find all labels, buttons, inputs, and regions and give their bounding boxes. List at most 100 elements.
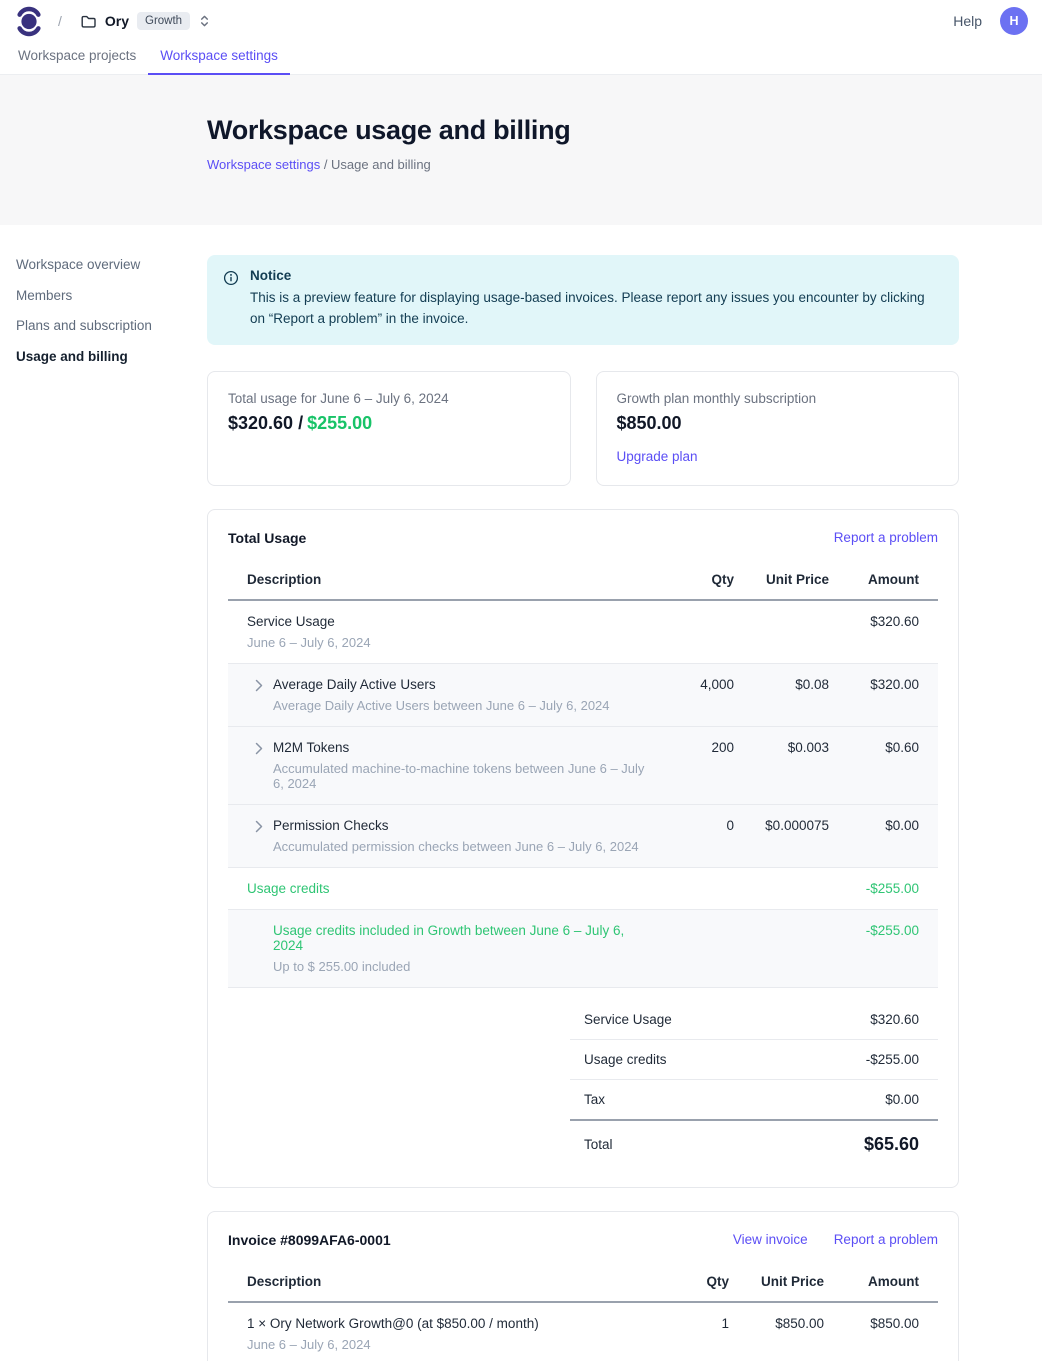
usage-table: Description Qty Unit Price Amount Servic… (228, 562, 938, 988)
col-unit-price: Unit Price (729, 1274, 824, 1289)
col-description: Description (247, 1274, 657, 1289)
usage-panel-title: Total Usage (228, 530, 306, 546)
plan-subscription-card: Growth plan monthly subscription $850.00… (596, 371, 960, 486)
avatar[interactable]: H (1000, 7, 1028, 35)
row-subtitle: Accumulated permission checks between Ju… (273, 839, 639, 854)
total-usage-card: Total usage for June 6 – July 6, 2024 $3… (207, 371, 571, 486)
sidebar-item-workspace-overview[interactable]: Workspace overview (16, 256, 197, 274)
row-qty: 200 (654, 740, 734, 755)
totals-value: $0.00 (885, 1092, 919, 1107)
preview-notice: Notice This is a preview feature for dis… (207, 255, 959, 345)
chevron-right-icon[interactable] (255, 742, 263, 755)
totals-row: Tax $0.00 (570, 1080, 938, 1121)
totals-label: Tax (584, 1092, 605, 1107)
table-row: Service Usage June 6 – July 6, 2024 $320… (228, 601, 938, 664)
row-amount: -$255.00 (829, 881, 919, 896)
top-navigation-bar: / Ory Growth Help H (0, 0, 1042, 42)
col-amount: Amount (824, 1274, 919, 1289)
summary-cards: Total usage for June 6 – July 6, 2024 $3… (207, 371, 959, 486)
totals-label: Service Usage (584, 1012, 672, 1027)
row-qty: 0 (654, 818, 734, 833)
tab-workspace-settings[interactable]: Workspace settings (148, 42, 290, 75)
invoice-table: Description Qty Unit Price Amount 1 × Or… (228, 1264, 938, 1361)
grand-total-row: Total $65.60 (570, 1121, 938, 1167)
row-name: Service Usage (247, 614, 654, 629)
chevron-up-down-icon[interactable] (198, 13, 211, 29)
sidebar-item-plans-and-subscription[interactable]: Plans and subscription (16, 317, 197, 335)
row-name: 1 × Ory Network Growth@0 (at $850.00 / m… (247, 1316, 657, 1331)
chevron-right-icon[interactable] (255, 820, 263, 833)
notice-title: Notice (250, 268, 942, 283)
row-name: M2M Tokens (273, 740, 654, 755)
info-icon (223, 270, 239, 286)
breadcrumb-current: / Usage and billing (320, 157, 431, 172)
totals-row: Service Usage $320.60 (570, 1000, 938, 1040)
tab-workspace-projects[interactable]: Workspace projects (6, 42, 148, 75)
row-qty: 1 (657, 1316, 729, 1331)
workspace-tabs: Workspace projects Workspace settings (0, 42, 1042, 75)
breadcrumb-separator: / (58, 13, 62, 29)
grand-total-label: Total (584, 1137, 613, 1152)
row-name: Permission Checks (273, 818, 639, 833)
total-usage-panel: Total Usage Report a problem Description… (207, 509, 959, 1188)
grand-total-value: $65.60 (864, 1134, 919, 1155)
table-row: Average Daily Active Users Average Daily… (228, 664, 938, 727)
row-subtitle: June 6 – July 6, 2024 (247, 635, 654, 650)
row-subtitle: Average Daily Active Users between June … (273, 698, 610, 713)
breadcrumb: Workspace settings / Usage and billing (207, 157, 1042, 172)
invoice-table-header: Description Qty Unit Price Amount (228, 1264, 938, 1303)
total-usage-label: Total usage for June 6 – July 6, 2024 (228, 391, 550, 406)
row-unit-price: $0.08 (734, 677, 829, 692)
view-invoice-link[interactable]: View invoice (733, 1232, 808, 1247)
row-subtitle: June 6 – July 6, 2024 (247, 1337, 657, 1352)
usage-totals: Service Usage $320.60 Usage credits -$25… (570, 1000, 938, 1167)
invoice-report-problem-link[interactable]: Report a problem (834, 1232, 938, 1247)
totals-value: -$255.00 (866, 1052, 919, 1067)
invoice-title: Invoice #8099AFA6-0001 (228, 1232, 391, 1248)
usage-amount-value: $320.60 / (228, 413, 303, 433)
ory-logo[interactable] (16, 6, 42, 37)
row-unit-price: $0.000075 (734, 818, 829, 833)
page-title: Workspace usage and billing (207, 115, 1042, 146)
usage-table-header: Description Qty Unit Price Amount (228, 562, 938, 601)
col-description: Description (247, 572, 654, 587)
workspace-plan-badge: Growth (137, 12, 190, 30)
row-subtitle: Up to $ 255.00 included (273, 959, 654, 974)
notice-body: This is a preview feature for displaying… (250, 288, 942, 330)
col-qty: Qty (657, 1274, 729, 1289)
sidebar-item-members[interactable]: Members (16, 287, 197, 305)
ory-logo-icon (16, 6, 42, 37)
workspace-switcher[interactable]: Ory Growth (80, 12, 211, 30)
row-subtitle: Accumulated machine-to-machine tokens be… (273, 761, 654, 791)
sidebar-item-usage-and-billing[interactable]: Usage and billing (16, 348, 197, 366)
row-amount: $320.60 (829, 614, 919, 629)
row-amount: $320.00 (829, 677, 919, 692)
col-unit-price: Unit Price (734, 572, 829, 587)
row-name: Average Daily Active Users (273, 677, 610, 692)
col-amount: Amount (829, 572, 919, 587)
total-usage-amount: $320.60 /$255.00 (228, 413, 550, 434)
totals-row: Usage credits -$255.00 (570, 1040, 938, 1080)
totals-label: Usage credits (584, 1052, 667, 1067)
row-amount: $0.00 (829, 818, 919, 833)
settings-sidebar: Workspace overview Members Plans and sub… (0, 225, 207, 378)
usage-report-problem-link[interactable]: Report a problem (834, 530, 938, 545)
row-name: Usage credits (247, 881, 654, 896)
row-unit-price: $0.003 (734, 740, 829, 755)
row-amount: $850.00 (824, 1316, 919, 1331)
plan-label: Growth plan monthly subscription (617, 391, 939, 406)
chevron-right-icon[interactable] (255, 679, 263, 692)
table-row: 1 × Ory Network Growth@0 (at $850.00 / m… (228, 1303, 938, 1361)
main-content: Notice This is a preview feature for dis… (207, 225, 959, 1361)
upgrade-plan-link[interactable]: Upgrade plan (617, 449, 698, 464)
table-row: M2M Tokens Accumulated machine-to-machin… (228, 727, 938, 805)
row-unit-price: $850.00 (729, 1316, 824, 1331)
usage-credit-limit-value: $255.00 (307, 413, 372, 433)
folder-icon (80, 13, 97, 30)
breadcrumb-workspace-settings-link[interactable]: Workspace settings (207, 157, 320, 172)
totals-value: $320.60 (870, 1012, 919, 1027)
table-row: Usage credits included in Growth between… (228, 910, 938, 988)
help-link[interactable]: Help (953, 13, 982, 29)
row-name: Usage credits included in Growth between… (273, 923, 654, 953)
col-qty: Qty (654, 572, 734, 587)
